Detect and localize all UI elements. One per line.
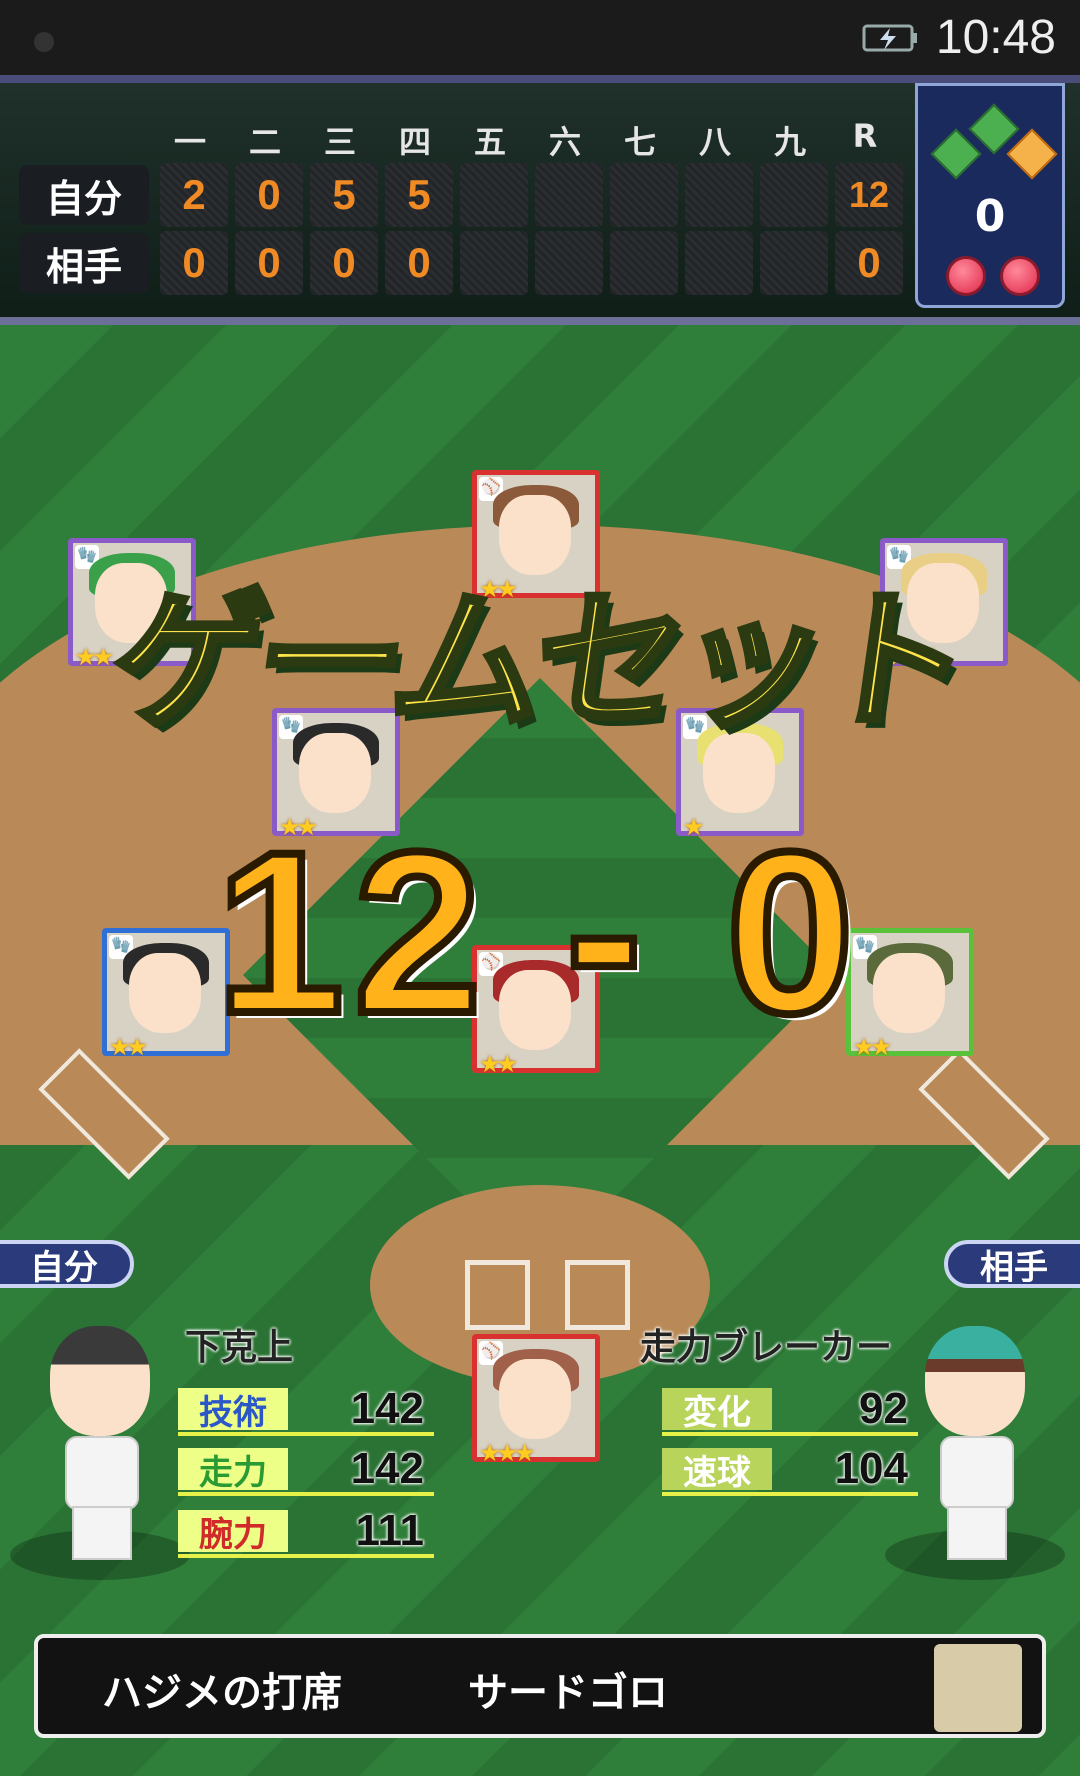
score-cell (610, 231, 678, 295)
inning-header: 八 (698, 123, 731, 161)
legs (947, 1506, 1007, 1560)
score-cell (535, 231, 603, 295)
rarity-stars: ★★★ (479, 1439, 536, 1467)
team-label-opponent: 相手 (19, 233, 149, 293)
score-cell: 0 (235, 163, 303, 227)
message-result: サードゴロ (468, 1670, 668, 1716)
status-bar: 10:48 (0, 0, 1080, 75)
total-runs-cell: 12 (835, 163, 903, 227)
stat-label: 腕力 (178, 1510, 288, 1555)
commentator-sprite-icon (934, 1644, 1022, 1732)
head (50, 1326, 150, 1436)
stat-fastball: 速球 104 (662, 1444, 918, 1496)
battery-charging-icon (862, 24, 917, 52)
play-message-box[interactable]: ハジメの打席 サードゴロ (34, 1634, 1046, 1738)
game-set-banner: ゲームセット (99, 572, 977, 752)
total-runs-cell: 0 (835, 231, 903, 295)
legs (72, 1506, 132, 1560)
stat-label: 技術 (178, 1388, 288, 1433)
score-cell (760, 231, 828, 295)
stat-power: 腕力 111 (178, 1506, 434, 1558)
score-cell: 2 (160, 163, 228, 227)
inning-header: 六 (548, 123, 581, 161)
base-out-indicator: 0 (915, 83, 1065, 308)
stat-value: 142 (350, 1444, 424, 1493)
inning-header: 五 (473, 123, 506, 161)
score-cell (460, 163, 528, 227)
score-cell: 0 (235, 231, 303, 295)
my-side-tag: 自分 (0, 1240, 134, 1288)
stat-value: 104 (834, 1444, 908, 1493)
inning-header: 三 (323, 123, 356, 161)
stat-label: 変化 (662, 1388, 772, 1433)
scoreboard: 一 二 三 四 五 六 七 八 九 R 自分 2 0 5 5 12 相手 0 0… (0, 75, 1080, 325)
inning-header: 七 (623, 123, 656, 161)
first-base-icon (1006, 128, 1058, 180)
score-cell (535, 163, 603, 227)
opponent-player-name: 走力ブレーカー (640, 1327, 893, 1368)
out-lamp-icon (1000, 256, 1040, 296)
inning-header: 九 (773, 123, 806, 161)
runs-header: R (852, 117, 878, 155)
my-batter-avatar (10, 1326, 190, 1580)
score-cell: 0 (160, 231, 228, 295)
score-cell: 0 (385, 231, 453, 295)
inning-header: 二 (248, 123, 281, 161)
batter-box-left (465, 1260, 530, 1330)
message-batter: ハジメの打席 (102, 1670, 342, 1716)
face (499, 1359, 571, 1439)
stat-label: 走力 (178, 1448, 288, 1493)
stat-technique: 技術 142 (178, 1384, 434, 1436)
my-player-name: 下克上 (185, 1327, 294, 1368)
opponent-pitcher-avatar (885, 1326, 1065, 1580)
team-label-mine: 自分 (19, 165, 149, 225)
out-lamp-icon (946, 256, 986, 296)
notification-dot-icon (34, 32, 54, 52)
clock: 10:48 (935, 11, 1056, 64)
stat-value: 111 (355, 1506, 424, 1555)
score-cell: 5 (385, 163, 453, 227)
outs-count: 0 (974, 191, 1006, 242)
stat-value: 142 (350, 1384, 424, 1433)
stat-breaking: 変化 92 (662, 1384, 918, 1436)
final-score: 12 - 0 (212, 800, 865, 1065)
score-cell (760, 163, 828, 227)
inning-header: 四 (398, 123, 431, 161)
batter-box-right (565, 1260, 630, 1330)
player-card-catcher[interactable]: ⚾ ★★★ (472, 1334, 600, 1467)
stat-value: 92 (859, 1384, 908, 1433)
opponent-side-tag: 相手 (944, 1240, 1080, 1288)
uniform (940, 1436, 1014, 1510)
stat-speed: 走力 142 (178, 1444, 434, 1496)
score-cell (685, 231, 753, 295)
uniform (65, 1436, 139, 1510)
score-cell: 0 (310, 231, 378, 295)
score-cell (460, 231, 528, 295)
score-cell (610, 163, 678, 227)
head (925, 1326, 1025, 1436)
score-cell: 5 (310, 163, 378, 227)
third-base-icon (930, 128, 982, 180)
inning-header: 一 (173, 123, 206, 161)
score-cell (685, 163, 753, 227)
stat-label: 速球 (662, 1448, 772, 1493)
